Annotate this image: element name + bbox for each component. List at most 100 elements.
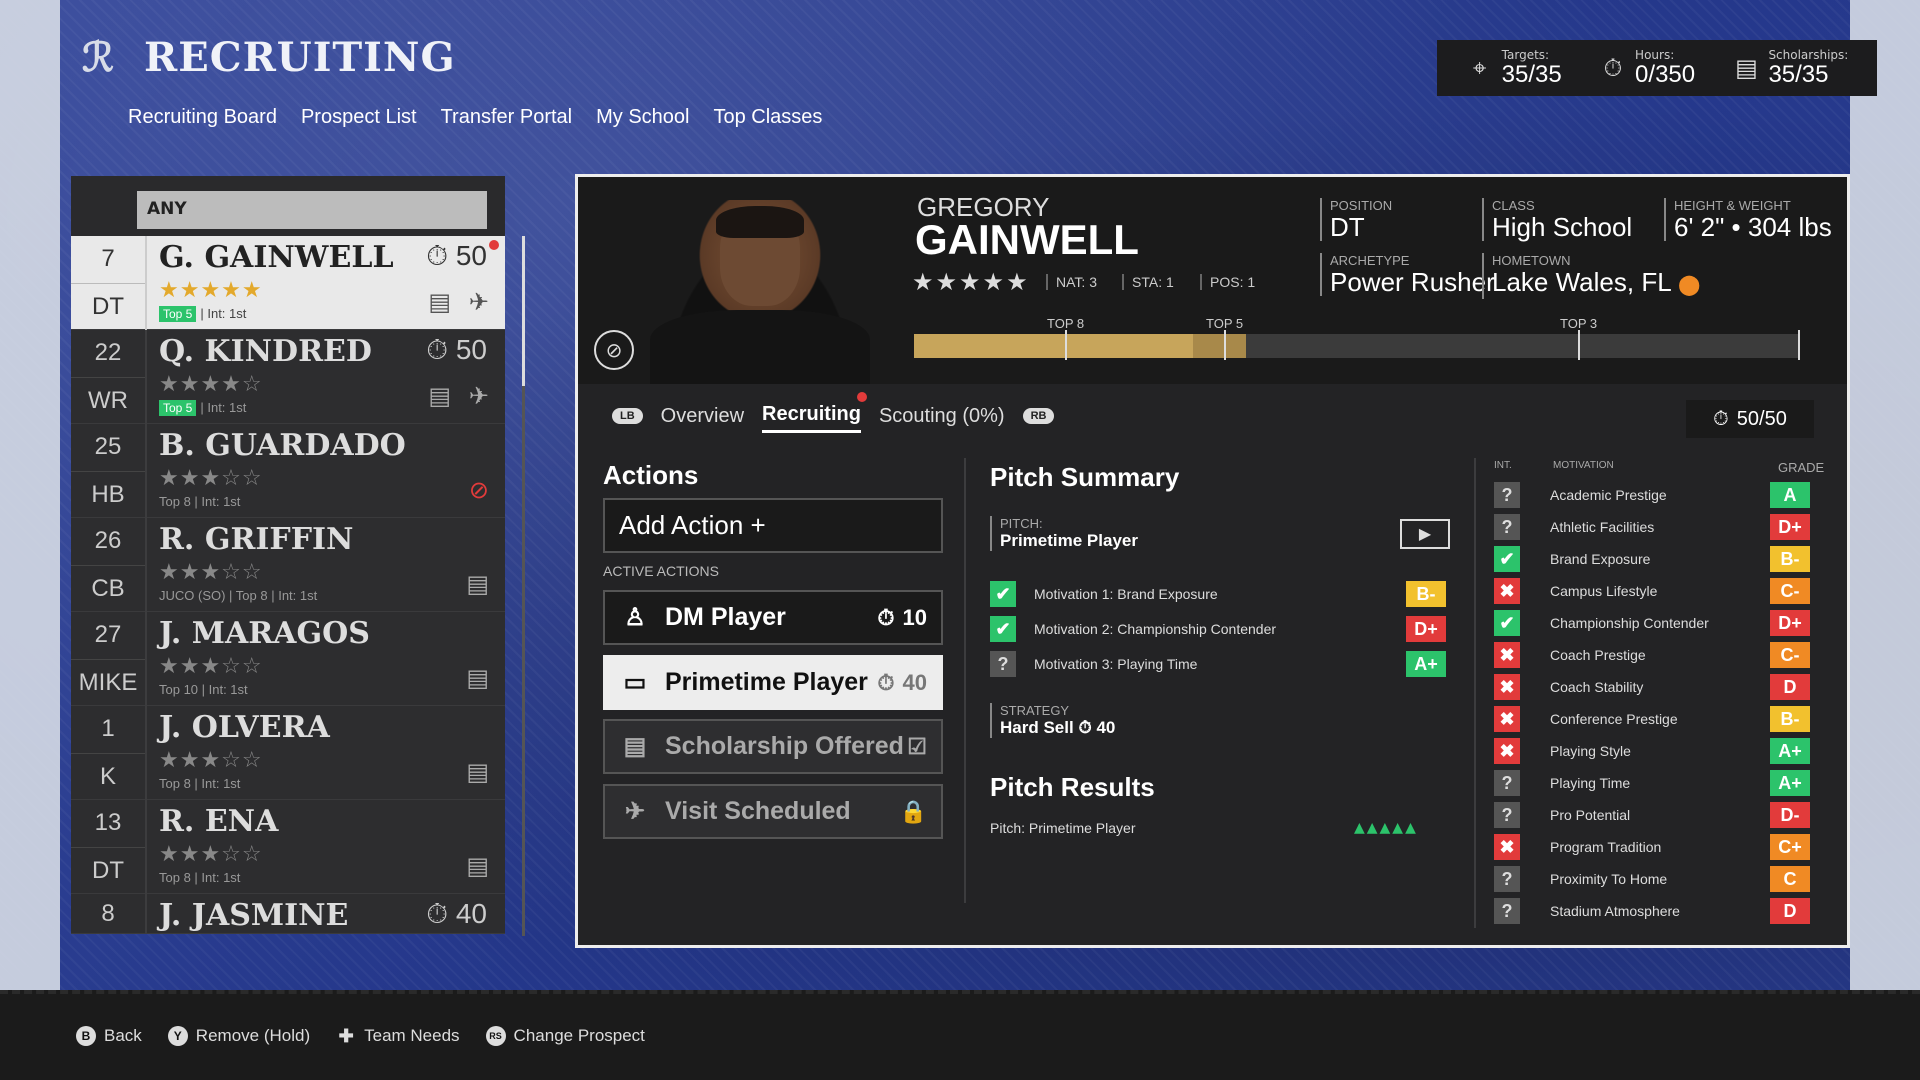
nav-recruiting-board[interactable]: Recruiting Board xyxy=(128,106,277,129)
change-prospect-button[interactable]: RS Change Prospect xyxy=(485,1026,645,1046)
stat-label: Scholarships: xyxy=(1768,47,1849,62)
visit-plane-icon: ✈ xyxy=(468,288,489,316)
prospect-meta: Top 10 | Int: 1st xyxy=(159,682,248,697)
x-icon: ✖ xyxy=(1494,642,1520,668)
prospect-row[interactable]: 8 J. JASMINE ⏱ 40 xyxy=(71,894,505,934)
motivation-name: Playing Time xyxy=(1550,775,1631,791)
prospect-row[interactable]: 1 K J. OLVERA ★★★☆☆ Top 8 | Int: 1st ▤ xyxy=(71,706,505,800)
action-primetime-player[interactable]: ▭ Primetime Player ⏱ 40 xyxy=(603,655,943,710)
prospect-rows: 7 DT G. GAINWELL ★★★★★ Top 5 | Int: 1st ⏱… xyxy=(71,236,505,934)
motivation-label: Motivation 2: Championship Contender xyxy=(1034,621,1277,637)
stat-scholarships: ▤ Scholarships: 35/35 xyxy=(1732,47,1849,88)
left-banner xyxy=(0,0,60,990)
hours-value: 50 xyxy=(455,240,487,271)
motivation-name: Coach Prestige xyxy=(1550,647,1646,663)
stopwatch-icon: ⏱ xyxy=(877,604,895,630)
prospect-row[interactable]: 26 CB R. GRIFFIN ★★★☆☆ JUCO (SO) | Top 8… xyxy=(71,518,505,612)
add-action-button[interactable]: Add Action + xyxy=(603,498,943,553)
prospect-row[interactable]: 27 MIKE J. MARAGOS ★★★☆☆ Top 10 | Int: 1… xyxy=(71,612,505,706)
remove-button[interactable]: Y Remove (Hold) xyxy=(167,1026,310,1046)
nav-my-school[interactable]: My School xyxy=(596,106,689,129)
nav-top-classes[interactable]: Top Classes xyxy=(713,106,822,129)
nav-transfer-portal[interactable]: Transfer Portal xyxy=(441,106,573,129)
grade-badge: A+ xyxy=(1406,651,1446,677)
tab-recruiting[interactable]: Recruiting xyxy=(762,399,861,433)
plane-icon: ✈ xyxy=(624,798,646,825)
prospect-row[interactable]: 25 HB B. GUARDADO ★★★☆☆ Top 8 | Int: 1st… xyxy=(71,424,505,518)
motivation-name: Athletic Facilities xyxy=(1550,519,1655,535)
motivation-row: ? Motivation 3: Playing Time A+ xyxy=(990,650,1446,678)
prospect-meta: Top 8 | Int: 1st xyxy=(159,870,241,885)
tick-top3 xyxy=(1578,330,1580,360)
grade-badge: C- xyxy=(1770,578,1810,604)
action-dm-player[interactable]: ♙ DM Player ⏱ 10 xyxy=(603,590,943,645)
motivation-label: Motivation 1: Brand Exposure xyxy=(1034,586,1218,602)
prospect-name: J. JASMINE xyxy=(159,898,349,933)
action-visit-scheduled[interactable]: ✈ Visit Scheduled 🔒 xyxy=(603,784,943,839)
location-pin-icon: ⬤ xyxy=(1677,274,1701,296)
motivation-grade-row: ? Academic Prestige A xyxy=(1494,482,1810,508)
jersey-number: 25 xyxy=(94,433,122,460)
rank-badge: Top 5 xyxy=(159,306,197,322)
motivation-grade-row: ? Pro Potential D- xyxy=(1494,802,1810,828)
motivation-grade-row: ✖ Campus Lifestyle C- xyxy=(1494,578,1810,604)
document-icon: ▤ xyxy=(623,733,647,760)
nav-prospect-list[interactable]: Prospect List xyxy=(301,106,417,129)
rb-button-icon[interactable]: RB xyxy=(1022,408,1055,424)
document-icon: ▤ xyxy=(1735,54,1758,82)
prospect-row[interactable]: 7 DT G. GAINWELL ★★★★★ Top 5 | Int: 1st ⏱… xyxy=(71,236,505,330)
right-banner xyxy=(1850,0,1920,990)
stat-value: 35/35 xyxy=(1768,60,1829,88)
prospect-name: R. ENA xyxy=(159,804,279,839)
motivation-name: Program Tradition xyxy=(1550,839,1662,855)
x-icon: ✖ xyxy=(1494,706,1520,732)
lb-button-icon[interactable]: LB xyxy=(612,408,643,424)
tick-top8 xyxy=(1065,330,1067,360)
play-video-icon[interactable]: ▶ xyxy=(1400,519,1450,549)
motivation-name: Playing Style xyxy=(1550,743,1631,759)
lock-icon: 🔒 xyxy=(899,798,927,824)
back-button[interactable]: B Back xyxy=(76,1026,142,1046)
meta-text: | Int: 1st xyxy=(200,306,247,321)
stats-box: ⌖ Targets: 35/35 ⏱ Hours: 0/350 ▤ Scholars… xyxy=(1437,40,1877,96)
prospect-row[interactable]: 22 WR Q. KINDRED ★★★★☆ Top 5 | Int: 1st ⏱… xyxy=(71,330,505,424)
prospect-row[interactable]: 13 DT R. ENA ★★★☆☆ Top 8 | Int: 1st ▤ xyxy=(71,800,505,894)
star-rating: ★★★★★ xyxy=(159,278,263,303)
question-icon: ? xyxy=(1494,898,1520,924)
star-rating: ★★★☆☆ xyxy=(159,654,263,679)
prospect-name: B. GUARDADO xyxy=(159,428,406,463)
grade-badge: D- xyxy=(1770,802,1810,828)
motivation-grade-row: ? Proximity To Home C xyxy=(1494,866,1810,892)
filter-dropdown[interactable]: ANY xyxy=(137,191,487,229)
jersey-number: 27 xyxy=(94,621,122,648)
question-icon: ? xyxy=(1494,514,1520,540)
action-cost: 40 xyxy=(902,669,927,695)
check-icon: ✔ xyxy=(1494,546,1520,572)
position: HB xyxy=(71,471,145,517)
pitch-result: Pitch: Primetime Player xyxy=(990,820,1136,836)
school-logo-icon: ℛ xyxy=(82,34,114,81)
progress-fill-segment xyxy=(1193,334,1246,358)
tick-label: TOP 8 xyxy=(1047,316,1085,331)
motivation-name: Pro Potential xyxy=(1550,807,1631,823)
stopwatch-icon: ⏱ xyxy=(1603,54,1623,82)
stopwatch-icon: ⏱ xyxy=(1078,718,1092,737)
col-motivation: MOTIVATION xyxy=(1553,460,1614,471)
tab-overview[interactable]: Overview xyxy=(661,401,744,432)
notification-dot xyxy=(489,240,499,250)
hours: ⏱ 50 xyxy=(426,334,487,365)
question-icon: ? xyxy=(1494,866,1520,892)
team-needs-button[interactable]: ✚ Team Needs xyxy=(336,1026,460,1046)
tick-label: TOP 5 xyxy=(1206,316,1244,331)
scholarship-icon: ▤ xyxy=(466,758,489,786)
tab-scouting[interactable]: Scouting (0%) xyxy=(879,401,1005,432)
question-icon: ? xyxy=(1494,770,1520,796)
hours-value: 50 xyxy=(455,334,487,365)
check-icon: ✔ xyxy=(990,581,1016,607)
info-height-weight: HEIGHT & WEIGHT 6' 2" • 304 lbs xyxy=(1664,198,1832,241)
action-scholarship-offered[interactable]: ▤ Scholarship Offered ☑ xyxy=(603,719,943,774)
prospect-meta: Top 8 | Int: 1st xyxy=(159,776,241,791)
x-icon: ✖ xyxy=(1494,834,1520,860)
scholarship-icon: ▤ xyxy=(466,570,489,598)
list-scrollbar[interactable] xyxy=(522,236,525,936)
